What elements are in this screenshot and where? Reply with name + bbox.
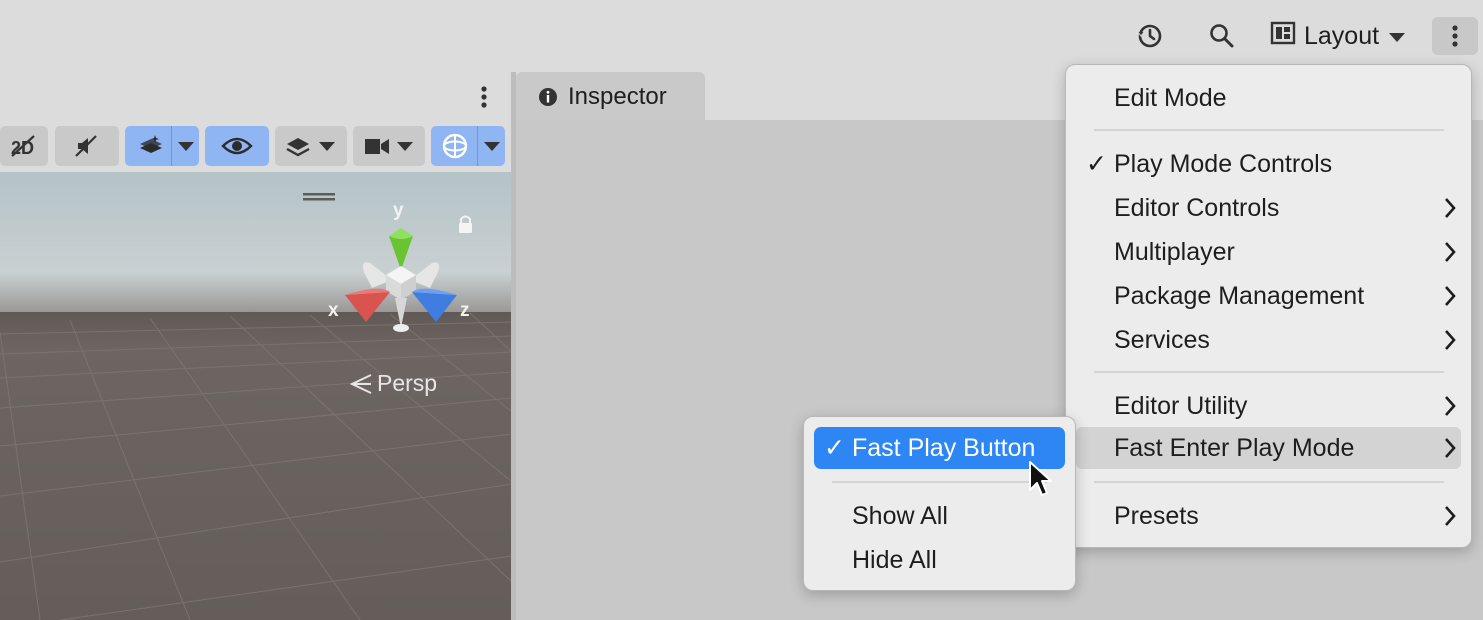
tab-inspector[interactable]: Inspector	[516, 72, 705, 122]
camera-dropdown[interactable]	[353, 126, 425, 166]
2d-toggle-button[interactable]: 2D	[0, 126, 48, 166]
menu-item-play-mode-controls[interactable]: ✓ Play Mode Controls	[1066, 143, 1471, 185]
checkmark-icon: ✓	[824, 434, 845, 462]
chevron-down-icon	[318, 139, 336, 153]
menu-separator	[832, 481, 1047, 483]
chevron-down-icon	[1387, 22, 1407, 51]
2d-icon: 2D	[11, 135, 35, 158]
menu-item-editor-utility[interactable]: Editor Utility	[1066, 385, 1471, 427]
chevron-down-icon[interactable]	[177, 139, 195, 153]
scene-panel-header	[0, 72, 512, 122]
menu-item-fast-enter-play-mode[interactable]: Fast Enter Play Mode	[1076, 427, 1461, 469]
menu-item-editor-controls[interactable]: Editor Controls	[1066, 187, 1471, 229]
axis-x-label: x	[328, 300, 339, 321]
projection-label: Persp	[377, 370, 438, 396]
visibility-toggle-button[interactable]	[205, 126, 269, 166]
menu-item-services[interactable]: Services	[1066, 319, 1471, 361]
layout-icon	[1270, 21, 1296, 52]
menu-item-edit-mode[interactable]: Edit Mode	[1066, 77, 1471, 119]
layout-label: Layout	[1304, 21, 1380, 50]
scene-toolbar: 2D	[0, 122, 512, 172]
menu-separator	[1094, 481, 1444, 483]
checkmark-icon: ✓	[1086, 150, 1107, 178]
layers-dropdown[interactable]	[275, 126, 347, 166]
menu-item-presets[interactable]: Presets	[1066, 495, 1471, 537]
tab-label: Inspector	[568, 83, 667, 110]
chevron-right-icon	[1445, 286, 1456, 306]
gizmo-globe-icon	[440, 131, 470, 161]
chevron-right-icon	[1445, 396, 1456, 416]
perspective-icon	[349, 373, 372, 394]
more-vertical-icon	[1452, 25, 1458, 47]
more-options-menu: Edit Mode ✓ Play Mode Controls Editor Co…	[1065, 64, 1472, 548]
history-icon[interactable]	[1133, 18, 1167, 54]
info-icon	[538, 87, 558, 107]
mouse-cursor-icon	[1028, 460, 1054, 505]
audio-muted-icon	[75, 135, 97, 157]
chevron-down-icon	[396, 139, 414, 153]
gizmos-dropdown[interactable]	[431, 126, 505, 166]
panel-menu-icon[interactable]	[474, 82, 494, 112]
layout-dropdown[interactable]: Layout	[1270, 16, 1407, 56]
eye-icon	[221, 137, 253, 155]
submenu-item-hide-all[interactable]: Hide All	[804, 539, 1075, 581]
chevron-right-icon	[1445, 198, 1456, 218]
axis-z-label: z	[460, 300, 470, 321]
audio-toggle-button[interactable]	[55, 126, 119, 166]
more-options-button[interactable]	[1432, 17, 1478, 55]
axis-y-label: y	[393, 200, 404, 221]
effects-toggle-button[interactable]	[125, 126, 199, 166]
camera-icon	[363, 135, 391, 157]
chevron-down-icon[interactable]	[483, 139, 501, 153]
main-toolbar: Layout	[0, 0, 1483, 72]
menu-item-package-management[interactable]: Package Management	[1066, 275, 1471, 317]
search-icon[interactable]	[1205, 18, 1239, 54]
menu-separator	[1094, 371, 1444, 373]
chevron-right-icon	[1445, 506, 1456, 526]
menu-separator	[1094, 129, 1444, 131]
menu-item-multiplayer[interactable]: Multiplayer	[1066, 231, 1471, 273]
projection-toggle[interactable]: Persp	[349, 370, 437, 397]
effects-icon	[137, 133, 165, 159]
chevron-right-icon	[1445, 330, 1456, 350]
layers-icon	[285, 135, 311, 157]
chevron-right-icon	[1445, 438, 1456, 458]
chevron-right-icon	[1445, 242, 1456, 262]
scene-viewport[interactable]: y x z Persp	[0, 172, 512, 620]
